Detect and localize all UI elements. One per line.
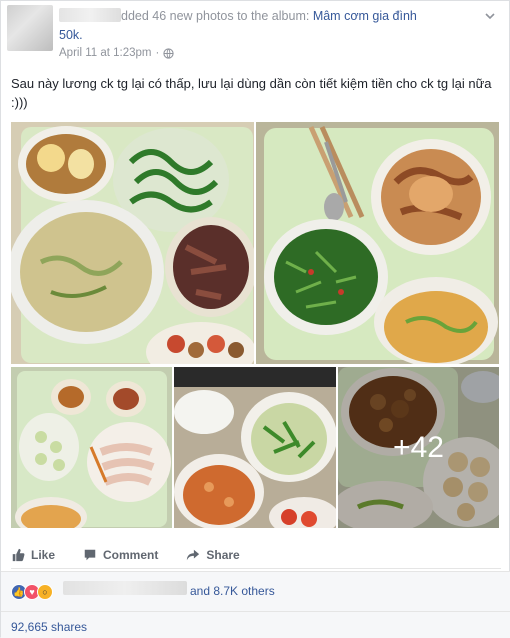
post-status-text: Sau này lương ck tg lại có thấp, lưu lại… xyxy=(11,76,492,110)
post-actions: Like Comment Share xyxy=(11,541,501,569)
album-link[interactable]: Mâm cơm gia đình xyxy=(313,9,417,23)
share-icon xyxy=(187,549,200,560)
photo-1[interactable] xyxy=(11,122,254,364)
post-meta: April 11 at 1:23pm · xyxy=(59,47,174,59)
food-photo-tray-meat xyxy=(11,367,172,528)
wow-reaction-icon: ○ xyxy=(37,584,53,600)
blurred-reactor-names xyxy=(63,581,187,595)
photo-5[interactable]: +42 xyxy=(338,367,499,528)
reaction-count-text[interactable]: and 8.7K others xyxy=(190,584,275,598)
thumbs-up-icon xyxy=(12,548,25,561)
shares-bar: 92,665 shares xyxy=(1,611,510,638)
post-header-text: dded 46 new photos to the album: Mâm cơm… xyxy=(121,7,481,25)
photo-2[interactable] xyxy=(256,122,499,364)
comment-label: Comment xyxy=(103,547,159,562)
timestamp[interactable]: April 11 at 1:23pm xyxy=(59,47,151,59)
food-photo-tray-soup xyxy=(11,122,254,364)
post-header: dded 46 new photos to the album: Mâm cơm… xyxy=(1,1,510,65)
album-link-continued[interactable]: 50k. xyxy=(59,26,83,44)
like-label: Like xyxy=(31,547,56,562)
photo-4[interactable] xyxy=(174,367,336,528)
food-photo-soup-salad xyxy=(174,367,336,528)
reactions-bar: 👍 ♥ ○ and 8.7K others xyxy=(1,571,510,611)
meta-separator: · xyxy=(155,47,160,59)
photo-3[interactable] xyxy=(11,367,172,528)
share-label: Share xyxy=(206,547,240,562)
reaction-icons[interactable]: 👍 ♥ ○ xyxy=(11,584,53,600)
blurred-author-name xyxy=(59,8,121,22)
globe-icon[interactable] xyxy=(163,47,174,59)
like-button[interactable]: Like xyxy=(11,548,55,562)
share-count[interactable]: 92,665 shares xyxy=(11,620,87,634)
chevron-down-icon[interactable] xyxy=(483,9,497,23)
more-photos-overlay[interactable]: +42 xyxy=(338,367,499,528)
share-button[interactable]: Share xyxy=(186,547,240,562)
photo-grid: +42 xyxy=(11,122,499,528)
more-photos-count: +42 xyxy=(393,430,444,464)
comment-button[interactable]: Comment xyxy=(83,548,158,562)
comment-icon xyxy=(84,549,96,560)
food-photo-tray-fish xyxy=(256,122,499,364)
header-action-text: dded 46 new photos to the album: xyxy=(121,9,313,23)
post-card: dded 46 new photos to the album: Mâm cơm… xyxy=(0,0,510,638)
avatar[interactable] xyxy=(7,5,53,51)
